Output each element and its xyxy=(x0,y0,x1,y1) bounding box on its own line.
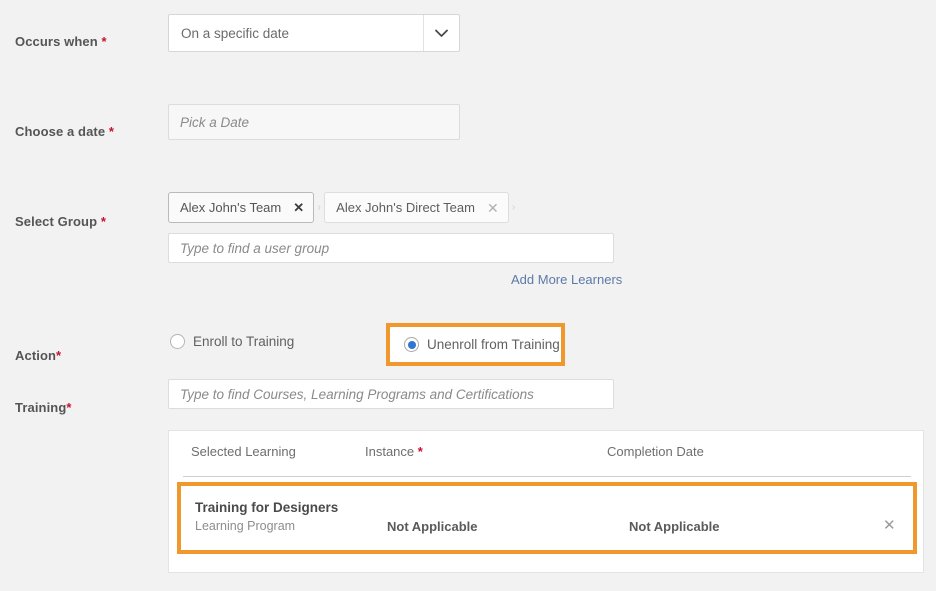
occurs-when-row: Occurs when * On a specific date xyxy=(0,0,936,70)
recurrence-form: Occurs when * On a specific date Choose … xyxy=(0,0,936,591)
row-instance-value: Not Applicable xyxy=(387,519,478,534)
select-group-label: Select Group * xyxy=(15,214,106,229)
chip-separator: › xyxy=(317,202,321,213)
radio-unenroll-label: Unenroll from Training xyxy=(427,337,560,352)
close-icon[interactable]: ✕ xyxy=(293,201,304,214)
table-header-row: Selected Learning Instance * Completion … xyxy=(169,431,923,477)
occurs-when-select[interactable]: On a specific date xyxy=(168,14,460,52)
group-chip[interactable]: Alex John's Team ✕ xyxy=(168,192,315,223)
row-title: Training for Designers xyxy=(195,500,339,515)
required-asterisk: * xyxy=(56,348,62,363)
group-search-input[interactable]: Type to find a user group xyxy=(168,233,614,263)
chevron-down-icon[interactable] xyxy=(423,15,459,51)
required-asterisk: * xyxy=(417,444,423,459)
radio-selected-icon xyxy=(404,337,419,352)
column-header-selected-learning: Selected Learning xyxy=(191,444,296,459)
selected-learning-table: Selected Learning Instance * Completion … xyxy=(168,430,924,573)
date-picker-input[interactable]: Pick a Date xyxy=(168,104,460,140)
occurs-when-selected-value: On a specific date xyxy=(181,25,290,41)
column-header-instance: Instance * xyxy=(365,444,423,459)
select-group-label-text: Select Group xyxy=(15,214,101,229)
training-search-input[interactable]: Type to find Courses, Learning Programs … xyxy=(168,379,614,409)
choose-date-label-text: Choose a date xyxy=(15,124,109,139)
close-icon[interactable]: ✕ xyxy=(487,201,499,215)
group-chip-label: Alex John's Team xyxy=(180,200,282,215)
radio-unenroll-from-training[interactable]: Unenroll from Training xyxy=(404,337,560,352)
column-header-completion-date: Completion Date xyxy=(607,444,704,459)
radio-unenroll-highlight: Unenroll from Training xyxy=(386,323,565,366)
training-label-text: Training xyxy=(15,400,67,415)
group-search-placeholder: Type to find a user group xyxy=(180,240,330,256)
required-asterisk: * xyxy=(66,400,72,415)
column-header-text: Completion Date xyxy=(607,444,704,459)
row-subtitle: Learning Program xyxy=(195,519,296,533)
radio-enroll-label: Enroll to Training xyxy=(193,334,295,349)
radio-enroll-to-training[interactable]: Enroll to Training xyxy=(170,334,294,349)
action-label: Action* xyxy=(15,348,61,363)
group-chip[interactable]: Alex John's Direct Team ✕ xyxy=(324,192,509,223)
selected-groups-chips: Alex John's Team ✕ › Alex John's Direct … xyxy=(168,192,519,223)
choose-date-label: Choose a date * xyxy=(15,124,114,139)
training-search-placeholder: Type to find Courses, Learning Programs … xyxy=(180,386,534,402)
chip-separator: › xyxy=(512,202,516,213)
required-asterisk: * xyxy=(108,124,115,139)
group-chip-label: Alex John's Direct Team xyxy=(336,200,475,215)
date-placeholder: Pick a Date xyxy=(180,114,250,130)
occurs-when-label: Occurs when * xyxy=(15,34,107,49)
action-label-text: Action xyxy=(15,348,57,363)
occurs-when-label-text: Occurs when xyxy=(15,34,102,49)
row-completion-date-value: Not Applicable xyxy=(629,519,720,534)
radio-unselected-icon xyxy=(170,334,185,349)
required-asterisk: * xyxy=(100,214,106,229)
required-asterisk: * xyxy=(101,34,107,49)
column-header-text: Selected Learning xyxy=(191,444,296,459)
training-label: Training* xyxy=(15,400,72,415)
table-row: Training for Designers Learning Program … xyxy=(177,482,917,554)
close-icon[interactable]: ✕ xyxy=(883,516,896,534)
table-header-divider xyxy=(183,476,911,477)
add-more-learners-link[interactable]: Add More Learners xyxy=(511,272,622,287)
column-header-text: Instance xyxy=(365,444,418,459)
